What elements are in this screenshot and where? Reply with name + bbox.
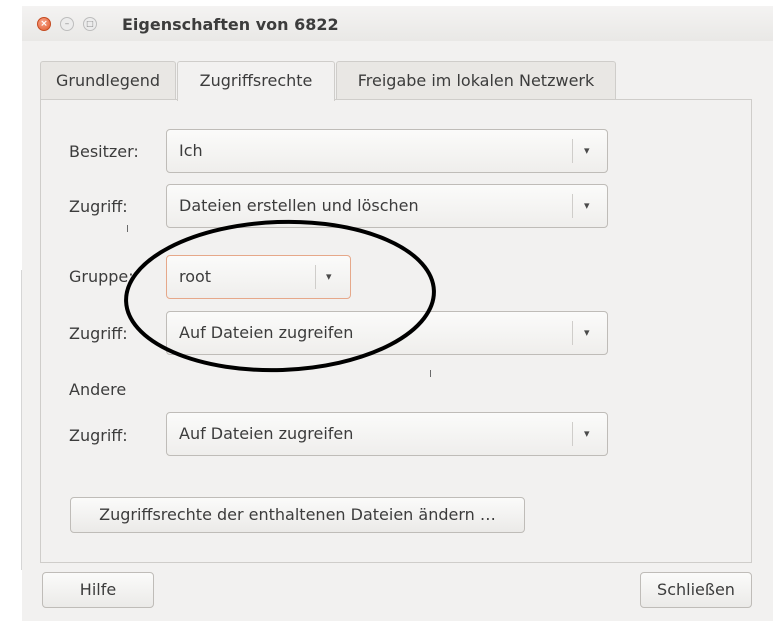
annotation-ellipse (124, 219, 436, 373)
annotation-overlay (124, 219, 436, 373)
tab-zugriffsrechte[interactable]: Zugriffsrechte (177, 61, 335, 101)
